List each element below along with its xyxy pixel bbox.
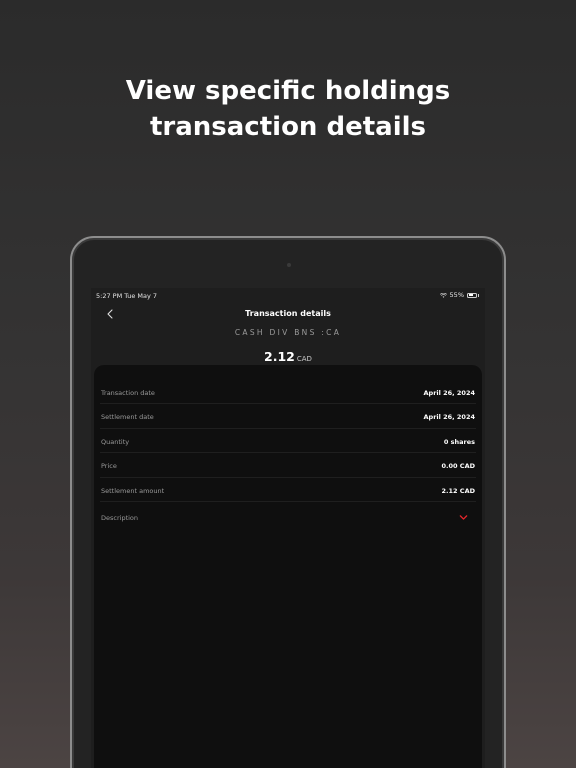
status-time: 5:27 PM Tue May 7 <box>96 292 158 300</box>
detail-label: Settlement date <box>101 413 154 422</box>
wifi-icon <box>439 292 447 298</box>
description-toggle[interactable]: Description <box>100 502 476 532</box>
detail-label: Price <box>101 462 117 471</box>
headline-line-1: View specific holdings <box>125 76 451 106</box>
chevron-down-icon <box>459 515 468 520</box>
headline-line-2: transaction details <box>149 112 427 142</box>
status-indicators: 55% <box>439 291 479 299</box>
detail-label: Quantity <box>101 437 130 446</box>
camera-dot <box>287 263 291 267</box>
app-screen: 5:27 PM Tue May 7 55% Transaction detail… <box>91 288 485 768</box>
detail-value: 2.12 CAD <box>441 486 476 495</box>
details-list: Transaction date April 26, 2024 Settleme… <box>100 380 476 532</box>
nav-bar: Transaction details <box>91 304 485 324</box>
detail-value: 0 shares <box>443 437 475 446</box>
detail-row-transaction-date: Transaction date April 26, 2024 <box>100 380 476 405</box>
amount-currency: CAD <box>296 355 312 363</box>
amount-value: 2.12 <box>264 349 295 364</box>
status-bar: 5:27 PM Tue May 7 55% <box>91 288 485 302</box>
battery-tip <box>478 293 479 297</box>
detail-value: 0.00 CAD <box>441 462 476 471</box>
battery-percent: 55% <box>449 291 464 299</box>
promo-headline: View specific holdings transaction detai… <box>0 73 576 145</box>
detail-row-settlement-date: Settlement date April 26, 2024 <box>100 404 476 429</box>
detail-value: April 26, 2024 <box>423 413 475 422</box>
detail-row-settlement-amount: Settlement amount 2.12 CAD <box>100 478 476 502</box>
description-label: Description <box>101 513 139 522</box>
transaction-symbol: CASH DIV BNS :CA <box>234 328 342 337</box>
battery-icon <box>467 292 477 298</box>
detail-value: April 26, 2024 <box>423 389 475 397</box>
transaction-amount: 2.12 CAD <box>91 346 485 365</box>
detail-row-price: Price 0.00 CAD <box>100 453 476 478</box>
page-title: Transaction details <box>245 309 331 318</box>
detail-row-quantity: Quantity 0 shares <box>100 429 476 454</box>
detail-label: Transaction date <box>101 389 155 397</box>
detail-label: Settlement amount <box>101 486 165 495</box>
details-card: Transaction date April 26, 2024 Settleme… <box>94 365 482 768</box>
